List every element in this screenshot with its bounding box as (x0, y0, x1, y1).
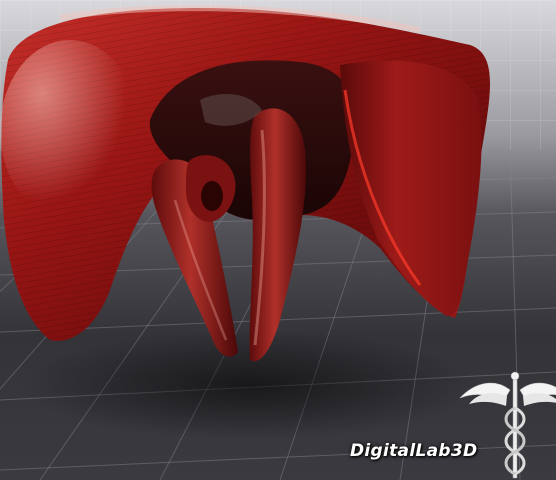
left-shine (0, 40, 140, 220)
opening-hole (201, 181, 223, 211)
muscle-render (0, 0, 556, 480)
render-canvas: DigitalLab3D (0, 0, 556, 480)
watermark-label: DigitalLab3D (350, 441, 478, 461)
